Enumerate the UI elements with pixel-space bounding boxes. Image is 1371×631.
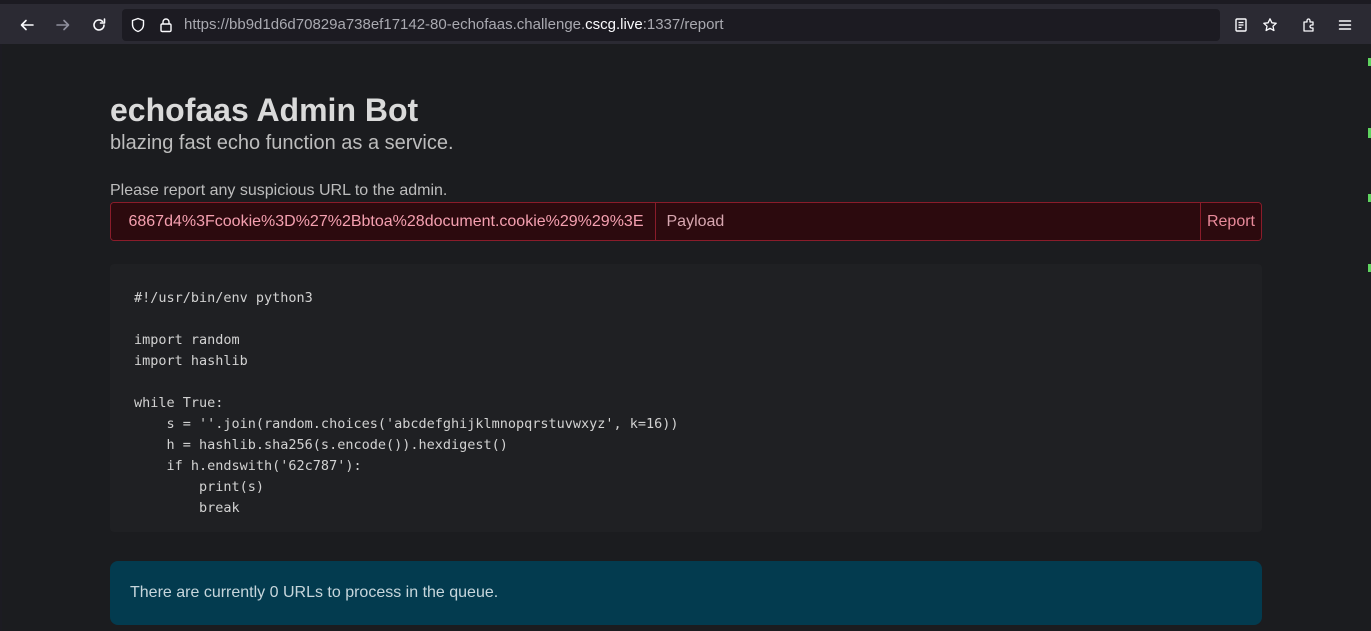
url-host: cscg.live xyxy=(585,16,643,33)
url-suffix: :1337/report xyxy=(642,16,724,33)
queue-status-alert: There are currently 0 URLs to process in… xyxy=(110,561,1262,625)
forward-arrow-icon xyxy=(56,19,70,31)
back-arrow-icon xyxy=(20,19,34,31)
url-input[interactable] xyxy=(111,203,656,240)
report-form: Report xyxy=(110,202,1262,241)
queue-status-text: There are currently 0 URLs to process in… xyxy=(130,584,499,601)
page-content: echofaas Admin Bot blazing fast echo fun… xyxy=(2,44,1368,631)
report-button[interactable]: Report xyxy=(1200,203,1261,240)
back-button[interactable] xyxy=(12,10,42,40)
app-menu-button[interactable] xyxy=(1330,10,1360,40)
address-bar[interactable]: https://bb9d1d6d70829a738ef17142-80-echo… xyxy=(122,9,1220,41)
page-title: echofaas Admin Bot xyxy=(110,92,419,128)
extensions-icon xyxy=(1303,18,1314,32)
reload-icon xyxy=(93,18,106,31)
bookmark-button[interactable] xyxy=(1255,10,1285,40)
extensions-button[interactable] xyxy=(1294,10,1324,40)
forward-button[interactable] xyxy=(48,10,78,40)
reload-button[interactable] xyxy=(84,10,114,40)
lock-icon[interactable] xyxy=(158,17,174,33)
star-icon xyxy=(1263,18,1277,32)
page-subtitle: blazing fast echo function as a service. xyxy=(110,132,454,154)
url-text[interactable]: https://bb9d1d6d70829a738ef17142-80-echo… xyxy=(184,16,724,33)
browser-toolbar: https://bb9d1d6d70829a738ef17142-80-echo… xyxy=(0,0,1371,44)
report-prompt: Please report any suspicious URL to the … xyxy=(110,182,448,199)
menu-icon xyxy=(1338,20,1352,30)
payload-input[interactable] xyxy=(655,203,1201,240)
url-prefix: https://bb9d1d6d70829a738ef17142-80-echo… xyxy=(184,16,586,33)
proof-of-work-code: #!/usr/bin/env python3 import random imp… xyxy=(110,264,1262,532)
browser-window: https://bb9d1d6d70829a738ef17142-80-echo… xyxy=(0,0,1371,631)
reader-view-button[interactable] xyxy=(1226,10,1256,40)
shield-icon[interactable] xyxy=(130,17,146,33)
reader-view-icon xyxy=(1235,18,1247,32)
